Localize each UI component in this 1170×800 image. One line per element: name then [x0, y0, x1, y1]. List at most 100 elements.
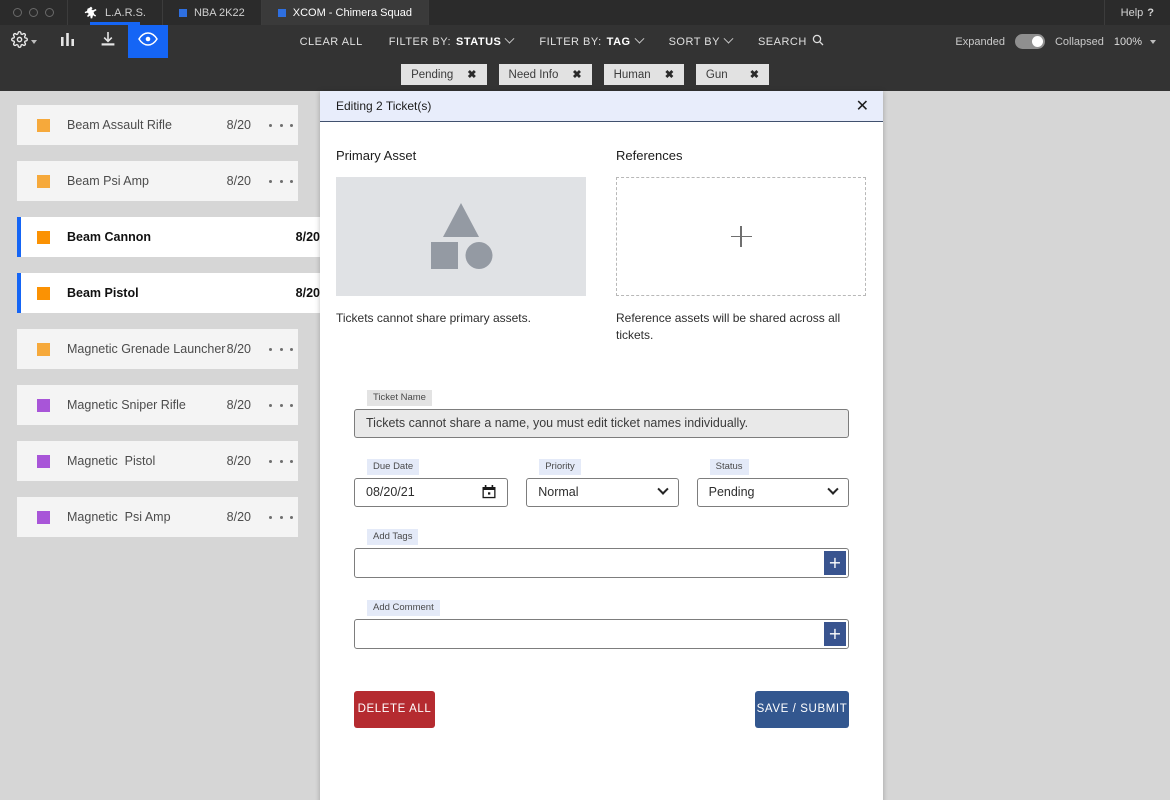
delete-all-button[interactable]: DELETE ALL — [354, 690, 435, 728]
modal-body: Primary Asset Tickets cannot share prima… — [320, 122, 883, 728]
overflow-menu-icon[interactable] — [269, 123, 293, 127]
gear-icon — [11, 30, 28, 53]
export-download-button[interactable] — [88, 25, 128, 58]
due-date-input[interactable]: 08/20/21 — [354, 477, 509, 507]
modal-title: Editing 2 Ticket(s) — [336, 99, 432, 113]
add-comment-group: Add Comment + — [354, 597, 849, 649]
close-icon[interactable]: ✕ — [856, 98, 869, 114]
window-controls[interactable] — [0, 0, 68, 25]
save-submit-button[interactable]: SAVE / SUBMIT — [755, 690, 849, 728]
clear-all-button[interactable]: CLEAR ALL — [300, 36, 363, 48]
help-button[interactable]: Help ? — [1105, 0, 1170, 25]
filter-tag-value: TAG — [606, 35, 631, 48]
list-item[interactable]: Magnetic Pistol 8/20 — [17, 441, 298, 481]
add-comment-input[interactable]: + — [354, 618, 849, 649]
bar-chart-icon — [60, 31, 76, 52]
color-swatch-icon — [37, 454, 50, 468]
due-date-value: 08/20/21 — [366, 485, 415, 500]
status-select[interactable]: Pending — [696, 477, 849, 507]
add-tag-button[interactable]: + — [824, 550, 846, 575]
tab-label: XCOM - Chimera Squad — [292, 6, 412, 19]
lars-logo-icon — [84, 6, 98, 19]
window-maximize-dot[interactable] — [45, 8, 54, 17]
view-eye-button[interactable] — [128, 25, 168, 58]
overflow-menu-icon[interactable] — [269, 515, 293, 519]
plus-icon: + — [828, 552, 842, 572]
chip-label: Human — [613, 68, 651, 81]
filter-by-tag-menu[interactable]: FILTER BY: TAG — [539, 33, 645, 48]
overflow-menu-icon[interactable] — [269, 459, 293, 463]
list-item[interactable]: Beam Assault Rifle 8/20 — [17, 105, 298, 145]
close-icon[interactable]: ✖ — [750, 68, 759, 81]
overflow-menu-icon[interactable] — [269, 403, 293, 407]
list-item-count: 8/20 — [226, 342, 251, 356]
window-close-dot[interactable] — [13, 8, 22, 17]
close-icon[interactable]: ✖ — [467, 68, 476, 81]
filter-chip-human[interactable]: Human ✖ — [603, 64, 684, 85]
filter-chip-pending[interactable]: Pending ✖ — [401, 64, 487, 85]
overflow-menu-icon[interactable] — [269, 347, 293, 351]
chip-label: Need Info — [508, 68, 559, 81]
list-item[interactable]: Magnetic Sniper Rifle 8/20 — [17, 385, 298, 425]
primary-asset-heading: Primary Asset — [336, 148, 417, 163]
modal-header: Editing 2 Ticket(s) ✕ — [320, 91, 883, 122]
list-item-count: 8/20 — [226, 398, 251, 412]
color-swatch-icon — [37, 342, 50, 356]
search-button[interactable]: SEARCH — [758, 34, 824, 49]
references-column: References Reference assets will be shar… — [616, 148, 866, 345]
plus-icon: + — [828, 623, 842, 643]
tab-lars[interactable]: L.A.R.S. — [68, 0, 163, 25]
add-tags-input[interactable]: + — [354, 547, 849, 578]
add-comment-button[interactable]: + — [824, 621, 846, 646]
priority-select[interactable]: Normal — [526, 477, 679, 507]
ticket-name-label: Ticket Name — [367, 389, 432, 406]
blue-square-icon — [178, 8, 187, 17]
primary-asset-preview[interactable] — [336, 177, 586, 296]
add-tags-label: Add Tags — [367, 528, 419, 545]
active-filters-bar: Pending ✖ Need Info ✖ Human ✖ Gun ✖ — [0, 58, 1170, 91]
list-item-count: 8/20 — [295, 230, 320, 244]
zoom-level-select[interactable]: 100% — [1114, 36, 1156, 48]
tab-xcom-chimera-squad[interactable]: XCOM - Chimera Squad — [261, 0, 429, 25]
list-item-selected[interactable]: Beam Pistol 8/20 — [17, 273, 320, 313]
calendar-icon[interactable] — [482, 485, 496, 499]
view-density-controls: Expanded Collapsed 100% — [955, 25, 1170, 58]
plus-icon — [730, 226, 752, 247]
expanded-label: Expanded — [955, 35, 1005, 48]
question-mark-icon: ? — [1147, 6, 1154, 19]
due-date-label: Due Date — [367, 458, 420, 475]
eye-icon — [138, 32, 158, 51]
filter-chip-need-info[interactable]: Need Info ✖ — [498, 64, 592, 85]
priority-label: Priority — [539, 458, 581, 475]
window-minimize-dot[interactable] — [29, 8, 38, 17]
references-dropzone[interactable] — [616, 177, 866, 296]
list-item[interactable]: Magnetic Psi Amp 8/20 — [17, 497, 298, 537]
filter-chip-gun[interactable]: Gun ✖ — [695, 64, 769, 85]
overflow-menu-icon[interactable] — [269, 179, 293, 183]
toggle-knob — [1031, 36, 1043, 47]
filter-by-status-menu[interactable]: FILTER BY: STATUS — [389, 33, 515, 48]
main-toolbar: CLEAR ALL FILTER BY: STATUS FILTER BY: T… — [0, 25, 1170, 58]
ticket-name-input[interactable]: Tickets cannot share a name, you must ed… — [354, 408, 849, 438]
search-icon — [812, 34, 824, 49]
list-item-count: 8/20 — [226, 118, 251, 132]
list-item[interactable]: Beam Psi Amp 8/20 — [17, 161, 298, 201]
meta-fields-row: Due Date 08/20/21 Priority Normal Status… — [354, 456, 849, 507]
sort-by-menu[interactable]: SORT BY — [669, 33, 734, 48]
tab-nba2k22[interactable]: NBA 2K22 — [163, 0, 262, 25]
stats-chart-button[interactable] — [48, 25, 88, 58]
download-icon — [100, 31, 116, 52]
edit-tickets-modal: Editing 2 Ticket(s) ✕ Primary Asset Tick… — [320, 91, 883, 800]
help-label: Help — [1120, 6, 1144, 19]
list-item[interactable]: Magnetic Grenade Launcher 8/20 — [17, 329, 298, 369]
filter-tag-prefix: FILTER BY: — [539, 35, 602, 48]
close-icon[interactable]: ✖ — [665, 68, 674, 81]
expand-collapse-toggle[interactable] — [1014, 34, 1045, 49]
settings-gear-button[interactable] — [0, 25, 48, 58]
list-item-selected[interactable]: Beam Cannon 8/20 — [17, 217, 320, 257]
close-icon[interactable]: ✖ — [572, 68, 581, 81]
list-item-label: Beam Psi Amp — [67, 174, 149, 188]
placeholder-shapes-icon — [411, 197, 511, 276]
collapsed-label: Collapsed — [1054, 35, 1104, 48]
search-label: SEARCH — [757, 35, 807, 48]
